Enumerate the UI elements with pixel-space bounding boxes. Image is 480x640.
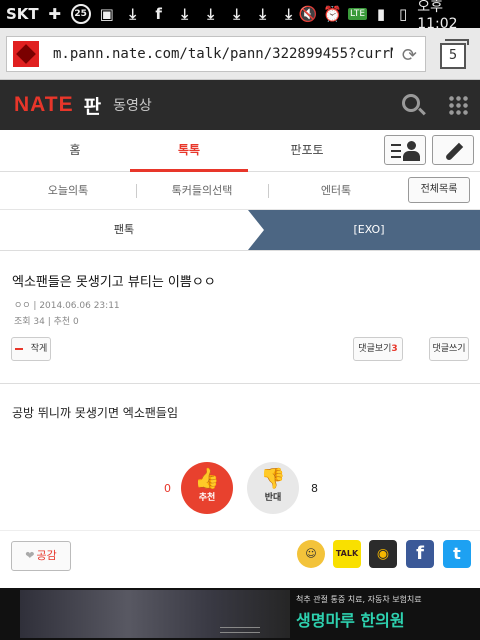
kakaotalk-share-icon[interactable]: TALK	[333, 540, 361, 568]
video-section-link[interactable]: 동영상	[113, 95, 152, 115]
thumbs-up-icon: 👍	[194, 466, 220, 490]
signal-icon: ▮	[376, 5, 386, 23]
twitter-share-icon[interactable]: t	[443, 540, 471, 568]
post-title: 엑소팬들은 못생기고 뷰티는 이쁨ㅇㅇ	[12, 275, 216, 290]
kakaostory-share-icon[interactable]: ◉	[369, 540, 397, 568]
write-comment-button[interactable]: 댓글쓰기	[429, 337, 469, 361]
post-header: 엑소팬들은 못생기고 뷰티는 이쁨ㅇㅇ ㅇㅇ | 2014.06.06 23:1…	[0, 250, 480, 384]
pencil-icon	[444, 142, 464, 162]
plus-icon: ✚	[48, 5, 61, 23]
vote-section: 0 👍 추천 👎 반대 8	[0, 460, 480, 530]
tabs-button[interactable]: 5	[440, 39, 469, 69]
search-icon[interactable]	[402, 94, 420, 112]
download-icon: ⤓	[129, 5, 136, 23]
download-icon: ⤓	[285, 5, 292, 23]
pann-section-link[interactable]: 판	[84, 92, 101, 119]
menu-grid-icon[interactable]	[448, 95, 468, 115]
subtab-entertainment[interactable]: 엔터톡	[268, 172, 404, 210]
reload-icon[interactable]: ⟳	[402, 45, 417, 66]
address-bar[interactable]: m.pann.nate.com/talk/pann/322899455?curr…	[6, 36, 426, 72]
write-post-button[interactable]	[432, 135, 474, 165]
tab-photo[interactable]: 판포토	[248, 130, 366, 172]
minus-icon	[14, 347, 23, 350]
post-body-text: 공방 뛰니까 못생기면 엑소팬들임	[12, 406, 179, 420]
battery-icon: ▯	[399, 5, 408, 23]
lte-icon: LTE	[348, 8, 368, 20]
tab-talk[interactable]: 톡톡	[130, 130, 248, 172]
post-author-date: ㅇㅇ | 2014.06.06 23:11	[14, 301, 120, 311]
download-icon: ⤓	[233, 5, 240, 23]
site-favicon-icon	[13, 41, 39, 67]
subtab-choice[interactable]: 톡커들의선택	[136, 172, 268, 210]
breadcrumb-arrow	[248, 210, 264, 250]
recommend-label: 추천	[198, 493, 216, 503]
recommend-button[interactable]: 👍 추천	[181, 462, 233, 514]
browser-toolbar: m.pann.nate.com/talk/pann/322899455?curr…	[0, 28, 480, 80]
empathy-button[interactable]: ❤ 공감	[11, 541, 71, 571]
image-icon: ▣	[99, 5, 114, 23]
breadcrumb-category-label: [EXO]	[353, 223, 385, 236]
thumbs-down-icon: 👎	[260, 466, 286, 490]
tab-home[interactable]: 홈	[0, 130, 150, 172]
ad-subtitle: 척추 관절 통증 치료, 자동차 보험치료	[296, 595, 422, 604]
heart-icon: ❤	[25, 549, 35, 562]
my-profile-button[interactable]	[384, 135, 426, 165]
view-comments-button[interactable]: 댓글보기3	[353, 337, 403, 361]
download-icon: ⤓	[259, 5, 266, 23]
recommend-count: 0	[164, 482, 171, 495]
subtab-today[interactable]: 오늘의톡	[0, 172, 136, 210]
oppose-button[interactable]: 👎 반대	[247, 462, 299, 514]
ad-title: 생명마루 한의원	[296, 611, 405, 630]
drag-handle-icon[interactable]	[220, 627, 260, 633]
notification-badge-icon: 25	[70, 4, 91, 24]
emoticon-share-icon[interactable]: ☺	[297, 540, 325, 568]
post-stats: 조회 34 | 추천 0	[14, 317, 79, 327]
status-bar: SKT ✚ 25 ▣ ⤓ f ⤓ ⤓ ⤓ ⤓ ⤓ 🔇 ⏰ LTE ▮ ▯ 오후 …	[0, 0, 480, 32]
font-size-label: 작게	[30, 344, 48, 354]
site-header: NATE 판 동영상	[0, 80, 480, 130]
nate-logo[interactable]: NATE	[14, 93, 74, 117]
oppose-label: 반대	[264, 493, 282, 503]
breadcrumb-board[interactable]: 팬톡	[0, 210, 248, 250]
post-content: 공방 뛰니까 못생기면 엑소팬들임	[0, 384, 480, 460]
font-size-button[interactable]: 작게	[11, 337, 51, 361]
breadcrumb-category[interactable]: [EXO]	[248, 210, 480, 250]
carrier-label: SKT	[6, 5, 39, 23]
empathy-label: 공감	[36, 549, 57, 562]
mute-icon: 🔇	[298, 5, 318, 23]
share-bar: ❤ 공감 ☺ TALK ◉ f t	[0, 530, 480, 588]
facebook-notification-icon: f	[155, 5, 162, 23]
sub-tabs: 오늘의톡 톡커들의선택 엔터톡 전체목록	[0, 172, 480, 210]
comments-count: 3	[391, 344, 398, 354]
url-text[interactable]: m.pann.nate.com/talk/pann/322899455?curr…	[53, 46, 393, 62]
view-comments-label: 댓글보기	[358, 344, 392, 354]
breadcrumb: [EXO] 팬톡	[0, 210, 480, 250]
alarm-icon: ⏰	[323, 5, 343, 23]
facebook-share-icon[interactable]: f	[406, 540, 434, 568]
download-icon: ⤓	[181, 5, 188, 23]
download-icon: ⤓	[207, 5, 214, 23]
main-tabs: 홈 톡톡 판포토	[0, 130, 480, 172]
oppose-count: 8	[311, 482, 318, 495]
all-list-button[interactable]: 전체목록	[408, 177, 470, 203]
